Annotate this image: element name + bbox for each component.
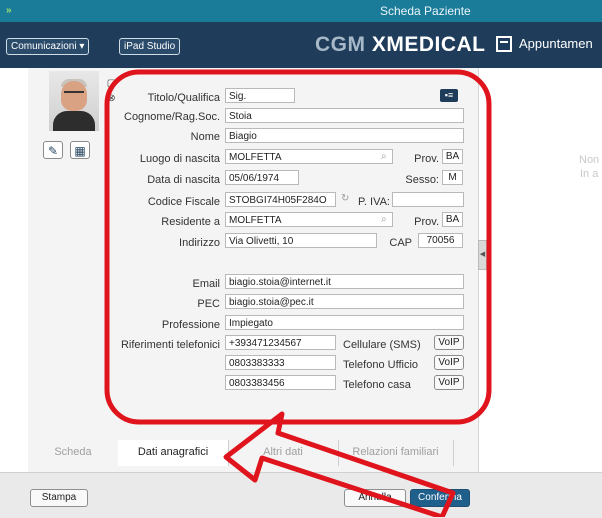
cognome-label: Cognome/Rag.Soc. [124, 111, 220, 123]
email-label: Email [192, 278, 220, 290]
cognome-field[interactable]: Stoia [225, 108, 464, 123]
indirizzo-field[interactable]: Via Olivetti, 10 [225, 233, 377, 248]
titolo-label: Titolo/Qualifica [147, 92, 220, 104]
refresh-icon[interactable]: ↻ [341, 193, 349, 204]
calendar-icon[interactable] [496, 36, 512, 52]
prov-residenza-label: Prov. [414, 216, 439, 228]
footer-bar: Stampa Annulla Conferma [0, 472, 602, 518]
prov-nascita-label: Prov. [414, 153, 439, 165]
cap-label: CAP [389, 237, 412, 249]
cap-field[interactable]: 70056 [418, 233, 463, 248]
voip-button-1[interactable]: VoIP [434, 335, 464, 350]
window-title: Scheda Paziente [380, 4, 471, 18]
email-field[interactable]: biagio.stoia@internet.it [225, 274, 464, 289]
phone-field-2[interactable]: 0803383333 [225, 355, 336, 370]
search-icon[interactable]: ⌕ [381, 151, 387, 162]
tab-relazioni-familiari[interactable]: Relazioni familiari [338, 440, 454, 466]
right-panel-text-2: In a [580, 168, 599, 180]
prov-residenza-field[interactable]: BA [442, 212, 463, 227]
phone-type-1: Cellulare (SMS) [343, 339, 421, 351]
tab-dati-anagrafici[interactable]: Dati anagrafici [118, 440, 229, 466]
titolo-field[interactable]: Sig. [225, 88, 295, 103]
contact-card-icon[interactable]: ▪≡ [440, 89, 458, 102]
voip-button-2[interactable]: VoIP [434, 355, 464, 370]
collapse-panel-handle[interactable]: ◀ [478, 240, 487, 270]
main-toolbar: Comunicazioni ▾ iPad Studio CGM XMEDICAL… [0, 22, 602, 68]
edit-icon[interactable]: ✎ [43, 141, 63, 159]
professione-label: Professione [161, 319, 220, 331]
prov-nascita-field[interactable]: BA [442, 149, 463, 164]
camera-icon[interactable]: ▢ [106, 78, 117, 89]
window-titlebar: » Scheda Paziente [0, 0, 602, 22]
tab-scheda[interactable]: Scheda [28, 440, 119, 466]
phone-field-1[interactable]: +393471234567 [225, 335, 336, 350]
sesso-label: Sesso: [405, 174, 439, 186]
tab-altri-dati[interactable]: Altri dati [228, 440, 339, 466]
appointments-tab[interactable]: Appuntamen [519, 36, 593, 51]
indirizzo-label: Indirizzo [179, 237, 220, 249]
data-nascita-label: Data di nascita [147, 174, 220, 186]
comunicazioni-dropdown[interactable]: Comunicazioni ▾ [6, 38, 90, 55]
phone-type-3: Telefono casa [343, 379, 411, 391]
search-icon[interactable]: ⌕ [381, 214, 387, 225]
riferimenti-label: Riferimenti telefonici [120, 339, 220, 351]
luogo-nascita-label: Luogo di nascita [139, 153, 220, 165]
residente-field[interactable]: MOLFETTA [225, 212, 393, 227]
conferma-button[interactable]: Conferma [410, 489, 470, 507]
ipad-studio-button[interactable]: iPad Studio [119, 38, 181, 55]
piva-label: P. IVA: [357, 196, 390, 208]
pec-label: PEC [197, 298, 220, 310]
app-icon: » [6, 5, 12, 16]
phone-field-3[interactable]: 0803383456 [225, 375, 336, 390]
stampa-button[interactable]: Stampa [30, 489, 88, 507]
right-panel-text-1: Non [579, 154, 600, 166]
form-tabs: Scheda Dati anagrafici Altri dati Relazi… [28, 440, 478, 466]
pec-field[interactable]: biagio.stoia@pec.it [225, 294, 464, 309]
annulla-button[interactable]: Annulla [344, 489, 406, 507]
patient-photo [49, 71, 99, 131]
codice-fiscale-label: Codice Fiscale [147, 196, 220, 208]
remove-photo-icon[interactable]: ⊗ [106, 93, 117, 104]
luogo-nascita-field[interactable]: MOLFETTA [225, 149, 393, 164]
right-side-panel: Non In a [479, 68, 602, 472]
brand-logo: CGM XMEDICAL [315, 33, 486, 56]
voip-button-3[interactable]: VoIP [434, 375, 464, 390]
residente-label: Residente a [161, 216, 220, 228]
phone-type-2: Telefono Ufficio [343, 359, 419, 371]
piva-field[interactable] [392, 192, 464, 207]
sesso-field[interactable]: M [442, 170, 463, 185]
professione-field[interactable]: Impiegato [225, 315, 464, 330]
calendar-small-icon[interactable]: ▦ [70, 141, 90, 159]
data-nascita-field[interactable]: 05/06/1974 [225, 170, 299, 185]
nome-label: Nome [190, 131, 220, 143]
codice-fiscale-field[interactable]: STOBGI74H05F284O [225, 192, 336, 207]
nome-field[interactable]: Biagio [225, 128, 464, 143]
